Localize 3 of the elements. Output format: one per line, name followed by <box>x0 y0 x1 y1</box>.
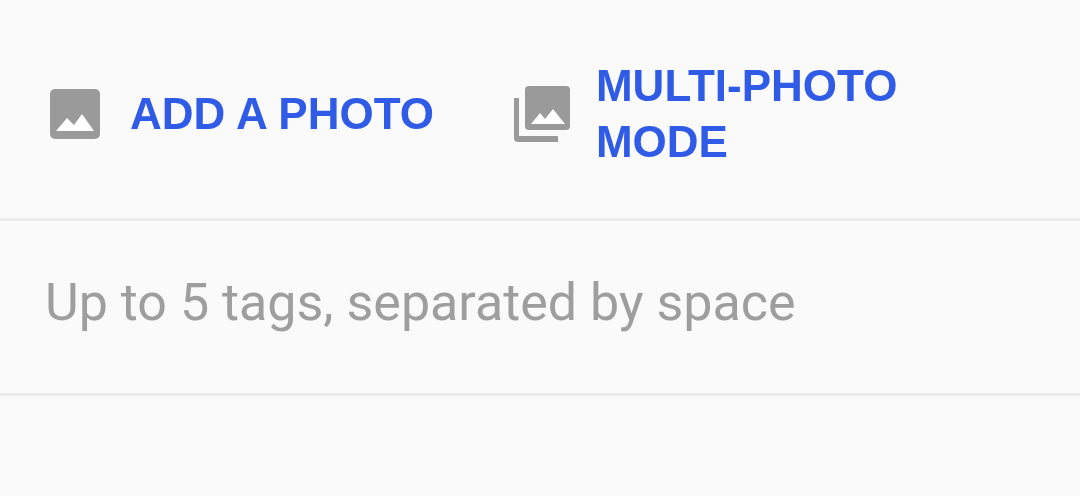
add-photo-button[interactable]: ADD A PHOTO <box>50 86 434 142</box>
tags-input-field[interactable]: Up to 5 tags, separated by space <box>0 221 1080 393</box>
multi-photo-button[interactable]: MULTI-PHOTO MODE <box>513 58 936 170</box>
